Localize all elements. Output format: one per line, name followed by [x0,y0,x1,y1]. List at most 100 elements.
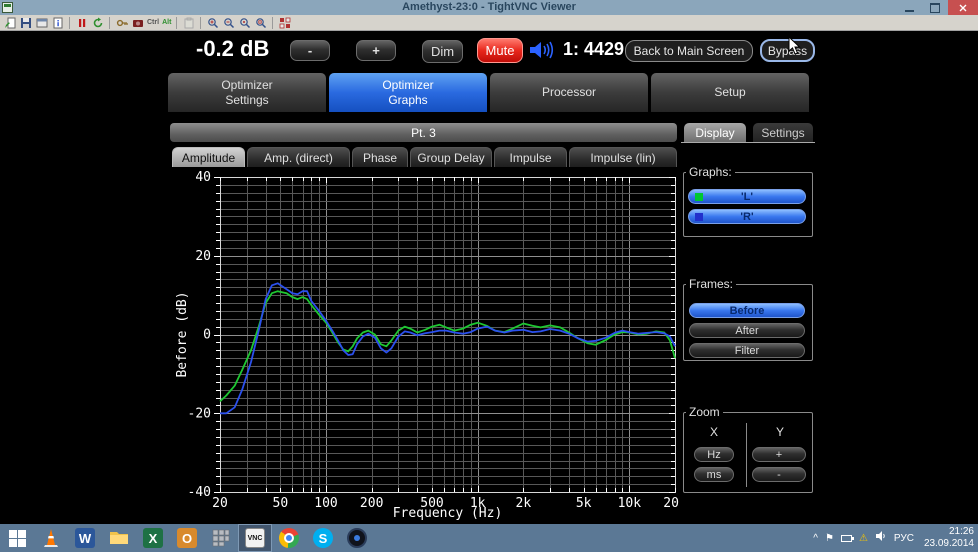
grid-app-icon[interactable] [204,524,238,552]
toolbar-separator [69,17,70,29]
svg-text:40: 40 [195,170,211,185]
restore-icon[interactable] [922,0,948,15]
tab-label: Graphs [388,93,427,108]
pause-icon[interactable] [75,16,88,29]
refresh-icon[interactable] [91,16,104,29]
excel-icon[interactable]: X [136,524,170,552]
tab-label: Setup [714,85,745,100]
svg-text:2k: 2k [516,496,532,511]
file-explorer-icon[interactable] [102,524,136,552]
battery-icon[interactable] [841,535,852,542]
tab-display[interactable]: Display [684,123,746,142]
clipboard-icon [182,16,195,29]
frames-section: Frames: Before After Filter [683,277,813,361]
toolbar-separator [109,17,110,29]
clock[interactable]: 21:26 23.09.2014 [924,526,974,550]
zoom-actual-icon[interactable] [238,16,251,29]
zoom-y-plus-button[interactable]: + [752,447,806,462]
back-to-main-screen-button[interactable]: Back to Main Screen [625,40,753,62]
zoom-ms-button[interactable]: ms [694,467,734,482]
app-client-area: -0.2 dB - + Dim Mute 1: 4429 before Back… [0,31,978,524]
tab-phase[interactable]: Phase [352,147,408,167]
windows-logo-icon [9,530,26,547]
dim-button[interactable]: Dim [422,40,463,63]
system-tray: ^ ⚑ ⚠ РУС 21:26 23.09.2014 [813,524,974,552]
toolbar-separator [200,17,201,29]
graphs-section: Graphs: 'L' 'R' [683,165,813,237]
svg-text:5k: 5k [576,496,592,511]
tray-date: 23.09.2014 [924,538,974,549]
tray-time: 21:26 [949,526,974,537]
tab-amplitude[interactable]: Amplitude [172,147,245,167]
svg-text:0: 0 [203,328,211,343]
tab-impulse-lin[interactable]: Impulse (lin) [569,147,677,167]
svg-text:-40: -40 [188,485,211,500]
tab-setup[interactable]: Setup [651,73,809,112]
warning-icon[interactable]: ⚠ [859,533,868,544]
measurement-point-bar[interactable]: Pt. 3 [170,123,677,142]
tab-processor[interactable]: Processor [490,73,648,112]
chart-canvas: -40-200204020501002005001k2k5k10k20kFreq… [172,169,679,522]
graph-r-label: 'R' [740,211,753,223]
outlook-icon[interactable]: O [170,524,204,552]
skype-icon[interactable]: S [306,524,340,552]
ctrl-key-icon[interactable]: Ctrl [147,19,159,26]
language-indicator[interactable]: РУС [894,533,914,544]
connection-info-icon[interactable] [51,16,64,29]
start-button[interactable] [0,524,34,552]
connection-options-icon[interactable] [35,16,48,29]
frame-filter-button[interactable]: Filter [689,343,805,358]
zoom-hz-button[interactable]: Hz [694,447,734,462]
zoom-y-minus-button[interactable]: - [752,467,806,482]
svg-text:Before (dB): Before (dB) [175,291,190,377]
screen: Amethyst-23:0 - TightVNC Viewer Ctrl Alt [0,0,978,552]
graph-r-button[interactable]: 'R' [688,209,806,224]
zoom-divider [746,423,747,487]
chrome-icon[interactable] [272,524,306,552]
tab-impulse[interactable]: Impulse [494,147,567,167]
tab-optimizer-settings[interactable]: Optimizer Settings [168,73,326,112]
vnc-toolbar: Ctrl Alt [0,15,978,31]
zoom-x-label: X [710,425,718,439]
tab-group-delay[interactable]: Group Delay [410,147,492,167]
remote-screenshot-icon[interactable] [131,16,144,29]
volume-icon[interactable] [875,529,887,547]
ctrl-alt-del-icon[interactable] [115,16,128,29]
tray-expand-icon[interactable]: ^ [813,533,818,544]
zoom-fit-icon[interactable] [254,16,267,29]
taskbar: W X O VNC S [0,524,978,552]
svg-text:10k: 10k [618,496,642,511]
window-title: Amethyst-23:0 - TightVNC Viewer [0,0,978,15]
mute-button[interactable]: Mute [477,38,523,63]
minimize-icon[interactable] [896,0,922,15]
bypass-button[interactable]: Bypass [760,39,815,62]
tab-optimizer-graphs[interactable]: Optimizer Graphs [329,73,487,112]
action-center-flag-icon[interactable]: ⚑ [825,533,834,544]
zoom-legend: Zoom [686,405,723,419]
tab-settings[interactable]: Settings [753,123,813,142]
gain-minus-button[interactable]: - [290,40,330,61]
media-player-icon[interactable] [340,524,374,552]
save-icon[interactable] [19,16,32,29]
fullscreen-icon[interactable] [278,16,291,29]
frame-before-button[interactable]: Before [689,303,805,318]
vnc-viewer-icon[interactable]: VNC [238,524,272,552]
graph-l-button[interactable]: 'L' [688,189,806,204]
zoom-y-label: Y [776,425,784,439]
new-connection-icon[interactable] [3,16,16,29]
alt-key-icon[interactable]: Alt [162,19,171,26]
word-icon[interactable]: W [68,524,102,552]
graph-l-label: 'L' [741,191,753,203]
gain-plus-button[interactable]: + [356,40,396,61]
zoom-out-icon[interactable] [222,16,235,29]
svg-text:100: 100 [314,496,337,511]
frames-legend: Frames: [686,277,736,291]
svg-text:20k: 20k [663,496,679,511]
window-titlebar: Amethyst-23:0 - TightVNC Viewer [0,0,978,15]
close-icon[interactable] [948,0,978,15]
frame-after-button[interactable]: After [689,323,805,338]
zoom-in-icon[interactable] [206,16,219,29]
graphs-legend: Graphs: [686,165,735,179]
vlc-icon[interactable] [34,524,68,552]
tab-amp-direct[interactable]: Amp. (direct) [247,147,350,167]
